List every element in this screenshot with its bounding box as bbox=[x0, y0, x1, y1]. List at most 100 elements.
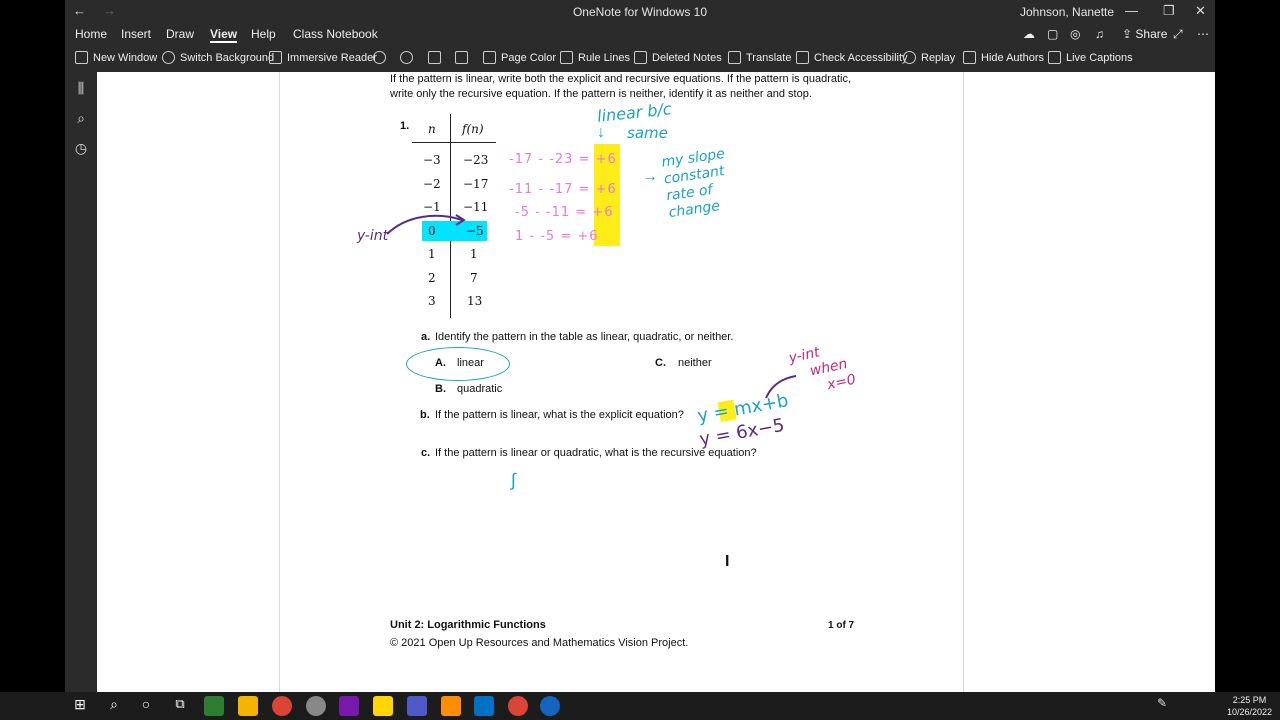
highlight-m bbox=[717, 399, 737, 423]
navigation-rail: ⫼ ⌕ ◷ bbox=[65, 72, 97, 692]
onenote-window: ← → OneNote for Windows 10 Johnson, Nane… bbox=[65, 0, 1215, 692]
switch-background-label: Switch Background bbox=[180, 51, 275, 64]
zoom-in-button[interactable] bbox=[400, 51, 413, 64]
table-cell-n: 2 bbox=[428, 271, 436, 285]
system-clock[interactable]: 2:25 PM 10/26/2022 bbox=[1227, 694, 1272, 718]
accessibility-icon bbox=[796, 51, 809, 64]
sync-icon[interactable]: ☁ bbox=[1023, 27, 1035, 41]
option-b-label[interactable]: quadratic bbox=[457, 383, 502, 395]
check-accessibility-label: Check Accessibility bbox=[814, 51, 908, 64]
question-c-letter: c. bbox=[421, 447, 431, 459]
vlc-icon[interactable] bbox=[441, 696, 461, 716]
hide-authors-button[interactable]: Hide Authors bbox=[963, 51, 1044, 64]
page-width-icon bbox=[428, 51, 441, 64]
ink-y-int-label: y-int bbox=[357, 228, 389, 244]
trash-icon bbox=[634, 51, 647, 64]
immersive-reader-button[interactable]: Immersive Reader bbox=[269, 51, 377, 64]
notebooks-icon[interactable]: ⫼ bbox=[73, 80, 89, 96]
question-b-text: If the pattern is linear, what is the ex… bbox=[435, 409, 684, 421]
close-button[interactable]: ✕ bbox=[1195, 3, 1206, 19]
calculator-icon[interactable] bbox=[204, 696, 224, 716]
tab-view[interactable]: View bbox=[210, 27, 238, 43]
clock-date: 10/26/2022 bbox=[1226, 707, 1272, 717]
tab-home[interactable]: Home bbox=[75, 27, 107, 41]
fit-page-button[interactable] bbox=[455, 51, 468, 64]
ribbon-tabs: Home Insert Draw View Help Class Noteboo… bbox=[65, 24, 1215, 44]
table-cell-fn: 7 bbox=[470, 271, 478, 285]
tab-insert[interactable]: Insert bbox=[121, 27, 151, 41]
page-width-button[interactable] bbox=[428, 51, 441, 64]
new-window-button[interactable]: New Window bbox=[75, 51, 157, 64]
option-c-label[interactable]: neither bbox=[678, 357, 712, 369]
page-color-button[interactable]: Page Color bbox=[483, 51, 556, 64]
check-accessibility-button[interactable]: Check Accessibility bbox=[796, 51, 908, 64]
zoom-out-button[interactable] bbox=[373, 51, 386, 64]
table-cell-n: −3 bbox=[423, 153, 441, 167]
ink-note-line: x=0 bbox=[825, 371, 858, 394]
option-a-letter[interactable]: A. bbox=[435, 357, 446, 369]
ink-equation-specific: y = 6x−5 bbox=[697, 414, 786, 451]
tab-help[interactable]: Help bbox=[251, 27, 276, 41]
table-cell-n: 1 bbox=[428, 247, 436, 261]
live-captions-button[interactable]: Live Captions bbox=[1048, 51, 1133, 64]
screencast-icon[interactable] bbox=[540, 696, 560, 716]
zoom-out-icon bbox=[373, 51, 386, 64]
tab-class-notebook[interactable]: Class Notebook bbox=[293, 27, 378, 41]
expand-icon[interactable]: ⤢ bbox=[1173, 27, 1183, 42]
maximize-button[interactable]: ❐ bbox=[1163, 3, 1175, 19]
app-icon[interactable] bbox=[306, 696, 326, 716]
user-name[interactable]: Johnson, Nanette bbox=[1020, 5, 1114, 19]
notifications-icon[interactable]: ▢ bbox=[1047, 27, 1058, 41]
translate-button[interactable]: Translate bbox=[728, 51, 791, 64]
table-cell-n: −2 bbox=[423, 177, 441, 191]
ink-note-line: when bbox=[808, 355, 849, 380]
new-window-label: New Window bbox=[93, 51, 158, 64]
pen-icon[interactable]: ✎ bbox=[1152, 696, 1172, 716]
file-explorer-icon[interactable] bbox=[238, 696, 258, 716]
onenote-icon[interactable] bbox=[339, 696, 359, 716]
deleted-notes-button[interactable]: Deleted Notes bbox=[634, 51, 722, 64]
teams-icon[interactable] bbox=[407, 696, 427, 716]
option-a-label[interactable]: linear bbox=[457, 357, 484, 369]
ink-note-line: y-int bbox=[787, 344, 822, 367]
rule-lines-button[interactable]: Rule Lines bbox=[560, 51, 630, 64]
search-icon[interactable]: ⌕ bbox=[73, 110, 89, 126]
ink-slope-line: rate of bbox=[665, 181, 714, 205]
recent-notes-icon[interactable]: ◷ bbox=[73, 140, 89, 156]
rule-lines-label: Rule Lines bbox=[578, 51, 630, 64]
ink-slope-note: my slope constant rate of change bbox=[661, 146, 733, 222]
ink-equation-general: y = mx+b bbox=[696, 390, 790, 427]
tab-draw[interactable]: Draw bbox=[166, 27, 194, 41]
switch-background-button[interactable]: Switch Background bbox=[162, 51, 274, 64]
cortana-icon[interactable]: ○ bbox=[136, 696, 156, 716]
sticky-notes-icon[interactable] bbox=[373, 696, 393, 716]
ink-partial-stroke: ∫ bbox=[511, 470, 516, 490]
moon-icon bbox=[162, 51, 175, 64]
search-icon[interactable]: ⌕ bbox=[104, 696, 124, 716]
minimize-button[interactable]: — bbox=[1125, 3, 1138, 18]
lightbulb-icon[interactable]: ◎ bbox=[1070, 27, 1080, 41]
chrome-icon[interactable] bbox=[272, 696, 292, 716]
immersive-reader-icon bbox=[269, 51, 282, 64]
chrome-icon[interactable] bbox=[508, 696, 528, 716]
table-header-rule bbox=[412, 142, 496, 143]
more-options-icon[interactable]: ⋯ bbox=[1197, 27, 1209, 41]
rule-lines-icon bbox=[560, 51, 573, 64]
translate-icon bbox=[728, 51, 741, 64]
footer-page: 1 of 7 bbox=[828, 620, 855, 631]
replay-icon bbox=[903, 51, 916, 64]
ink-slope-line: change bbox=[667, 198, 721, 222]
replay-button[interactable]: Replay bbox=[903, 51, 955, 64]
share-button[interactable]: ⇪ Share bbox=[1122, 27, 1167, 41]
windows-start-icon[interactable]: ⊞ bbox=[70, 696, 90, 716]
option-b-letter[interactable]: B. bbox=[435, 383, 446, 395]
table-cell-fn: −5 bbox=[466, 224, 484, 238]
bell-icon[interactable]: ♫ bbox=[1095, 27, 1104, 41]
question-a-text: Identify the pattern in the table as lin… bbox=[435, 331, 734, 343]
option-c-letter[interactable]: C. bbox=[655, 357, 666, 369]
task-view-icon[interactable]: ⧉ bbox=[170, 696, 190, 716]
question-a-letter: a. bbox=[421, 331, 431, 343]
page-right-border bbox=[963, 72, 964, 692]
page-canvas[interactable]: If the pattern is linear, write both the… bbox=[97, 72, 1215, 692]
outlook-icon[interactable] bbox=[474, 696, 494, 716]
